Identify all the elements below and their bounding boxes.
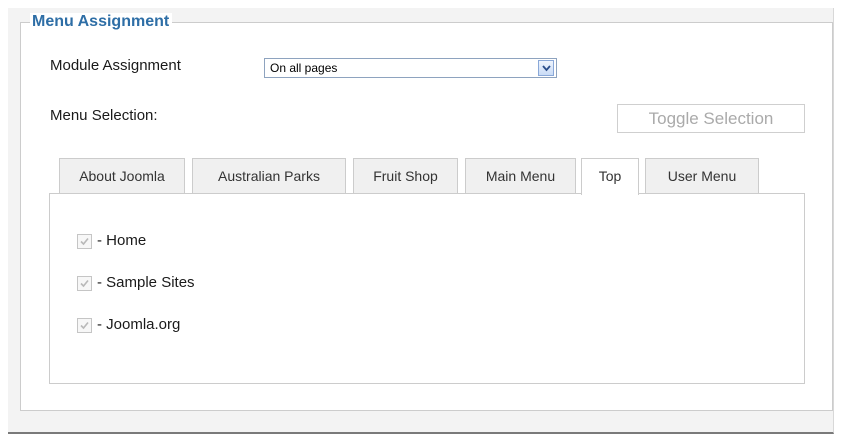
item-label-home: - Home — [97, 232, 147, 249]
module-assignment-value: On all pages — [270, 61, 338, 75]
dropdown-arrow-icon[interactable] — [538, 60, 554, 76]
menu-selection-label: Menu Selection: — [50, 107, 158, 124]
checkbox-joomla-org[interactable] — [77, 318, 92, 333]
tab-main-menu[interactable]: Main Menu — [465, 158, 576, 194]
tab-top[interactable]: Top — [581, 158, 639, 195]
toggle-selection-button[interactable]: Toggle Selection — [617, 104, 805, 133]
module-assignment-select[interactable]: On all pages — [264, 58, 557, 78]
item-label-joomla-org: - Joomla.org — [97, 316, 181, 333]
tab-about-joomla[interactable]: About Joomla — [59, 158, 185, 194]
checkbox-home[interactable] — [77, 234, 92, 249]
item-label-sample-sites: - Sample Sites — [97, 274, 195, 291]
tab-user-menu[interactable]: User Menu — [645, 158, 759, 194]
fieldset-legend: Menu Assignment — [30, 13, 173, 31]
tab-fruit-shop[interactable]: Fruit Shop — [353, 158, 458, 194]
module-assignment-label: Module Assignment — [50, 57, 181, 74]
checkbox-sample-sites[interactable] — [77, 276, 92, 291]
tab-australian-parks[interactable]: Australian Parks — [192, 158, 346, 194]
